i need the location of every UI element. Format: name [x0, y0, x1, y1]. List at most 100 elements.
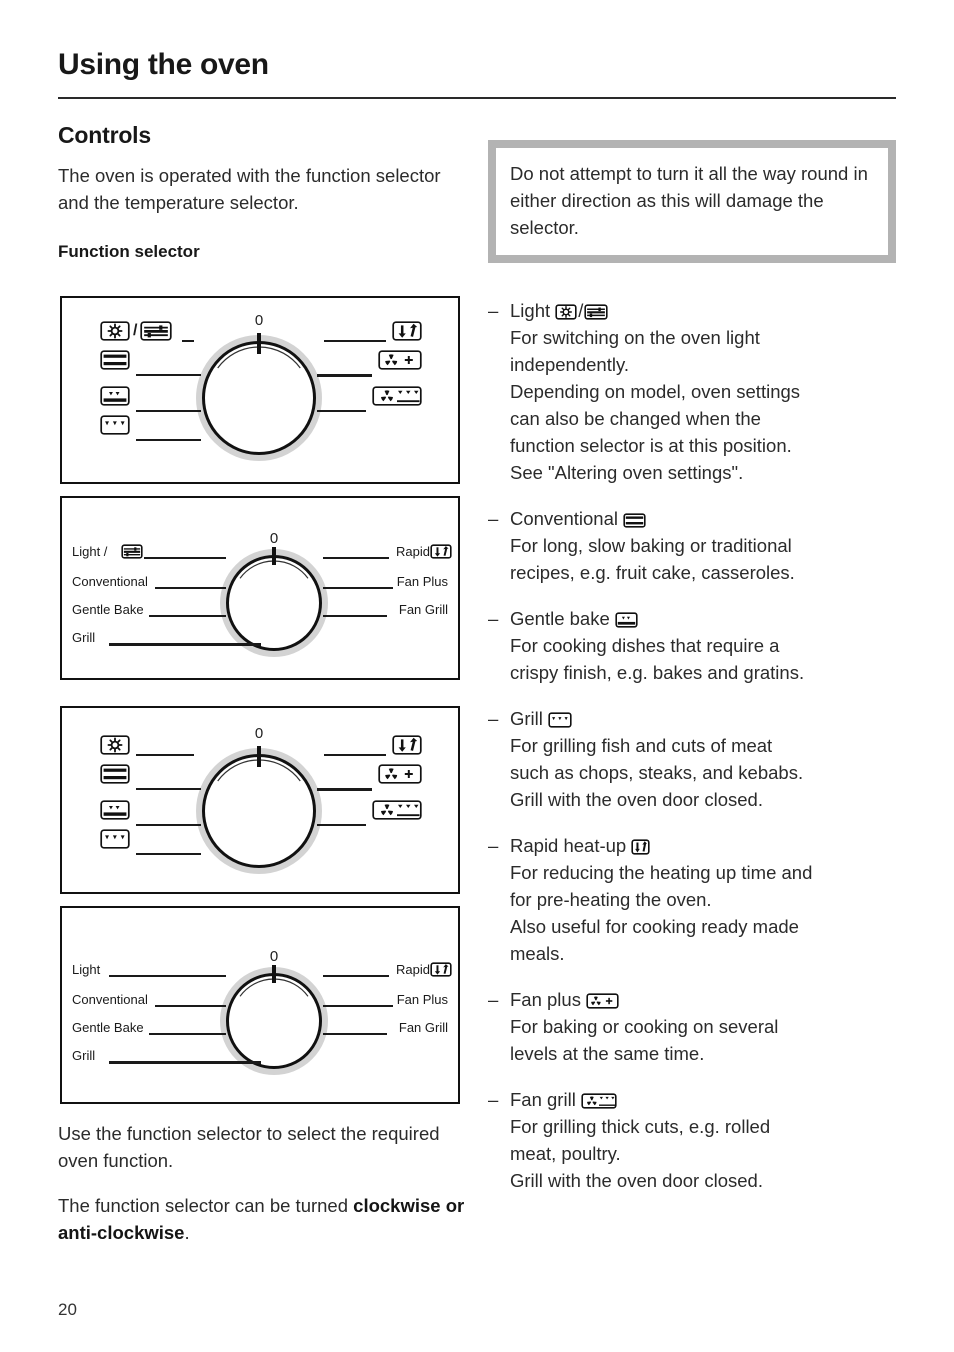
list-dash: –	[488, 1089, 499, 1110]
knob-zero-label: 0	[269, 948, 279, 965]
dial-left-item-conventional	[100, 350, 130, 372]
leader-line	[155, 1005, 227, 1007]
gentle-bake-icon	[100, 386, 130, 406]
knob-pointer	[257, 746, 261, 768]
dial-left-label-grill: Grill	[72, 1048, 96, 1063]
function-title: Grill	[510, 708, 549, 729]
list-dash: –	[488, 989, 499, 1010]
function-body: Grill For grilling fish and cuts of meat…	[510, 705, 908, 813]
leader-line	[109, 643, 261, 646]
function-item-rapid-heat-up: – Rapid heat-up For reducing the heating …	[488, 832, 908, 967]
function-selector-diagram-4: 0 Light Conventional Gentle Bake Grill Rapid …	[60, 906, 460, 1104]
function-heading: Fan grill	[510, 1086, 908, 1113]
function-description-line: function selector is at this position.	[510, 435, 792, 456]
icon-separator: /	[578, 300, 584, 321]
document-page: Using the oven Controls The oven is oper…	[0, 0, 954, 1352]
dial-right-item-fan-plus	[378, 350, 422, 372]
function-body: Fan plus For baking or cooking on severa…	[510, 986, 908, 1067]
function-selector-diagram-1: 0 /	[60, 296, 460, 484]
function-item-gentle-bake: – Gentle bake For cooking dishes that req…	[488, 605, 908, 686]
fan-plus-icon	[378, 764, 422, 784]
function-title: Rapid heat-up	[510, 835, 632, 856]
settings-icon	[140, 321, 173, 341]
leader-line	[136, 439, 202, 441]
function-description-line: For long, slow baking or traditional	[510, 535, 792, 556]
dial-right-item-rapid-heat-up	[392, 735, 422, 757]
leader-line	[316, 788, 372, 791]
function-description-line: Grill with the oven door closed.	[510, 789, 763, 810]
leader-line	[109, 1061, 261, 1064]
gentle-bake-icon	[100, 800, 130, 820]
settings-icon	[584, 304, 609, 320]
knob-pointer	[272, 547, 276, 566]
conventional-icon	[100, 764, 130, 784]
dial-illustration: 0 Light / Conventional Gentle Bake Grill Rap…	[62, 498, 458, 678]
function-description-line: for pre-heating the oven.	[510, 889, 712, 910]
warning-box: Do not attempt to turn it all the way ro…	[488, 140, 896, 263]
knob-zero-label: 0	[254, 312, 264, 329]
dial-right-label-rapid: Rapid	[396, 962, 430, 977]
function-selector-diagram-2: 0 Light / Conventional Gentle Bake Grill Rap…	[60, 496, 460, 680]
light-icon	[100, 735, 130, 755]
function-description-line: For grilling fish and cuts of meat	[510, 735, 773, 756]
leader-line	[322, 615, 387, 617]
closing-paragraph-2: The function selector can be turned cloc…	[58, 1192, 468, 1246]
function-body: Fan grill For grilling thick cuts, e.g. …	[510, 1086, 908, 1194]
function-title: Fan plus	[510, 989, 587, 1010]
list-dash: –	[488, 708, 499, 729]
list-dash: –	[488, 608, 499, 629]
dial-left-label-conventional: Conventional	[72, 574, 148, 589]
warning-callout: Do not attempt to turn it all the way ro…	[488, 140, 896, 263]
fan-grill-icon	[372, 800, 422, 820]
function-heading: Light /	[510, 297, 908, 324]
fan-grill-icon	[581, 1093, 617, 1109]
dial-right-item-rapid-heat-up	[392, 321, 422, 343]
dial-illustration: 0 /	[62, 298, 458, 482]
leader-line	[322, 557, 389, 559]
dial-left-item-grill	[100, 415, 130, 437]
leader-line	[324, 754, 386, 756]
function-heading: Grill	[510, 705, 908, 732]
function-description-line: meat, poultry.	[510, 1143, 621, 1164]
rapid-heat-up-icon	[430, 544, 452, 559]
oven-function-list: – Light / For switching on the oven light…	[488, 297, 908, 1213]
dial-illustration: 0 Light Conventional Gentle Bake Grill Rapid …	[62, 908, 458, 1102]
list-dash: –	[488, 300, 499, 321]
knob-zero-label: 0	[254, 725, 264, 742]
function-description-line: For switching on the oven light	[510, 327, 760, 348]
bottom-left-text: Use the function selector to select the …	[58, 1120, 468, 1264]
function-item-light: – Light / For switching on the oven light…	[488, 297, 908, 486]
rapid-heat-up-icon	[631, 839, 650, 855]
grill-icon	[100, 829, 130, 849]
subsection-title-function-selector: Function selector	[58, 242, 200, 261]
function-description-line: meals.	[510, 943, 565, 964]
rapid-heat-up-icon	[392, 321, 422, 341]
function-body: Gentle bake For cooking dishes that requ…	[510, 605, 908, 686]
closing-2-suffix: .	[184, 1222, 190, 1243]
leader-line	[136, 374, 202, 376]
leader-line	[148, 615, 227, 617]
selector-knob-rim	[202, 341, 316, 455]
function-description-line: See "Altering oven settings".	[510, 462, 744, 483]
function-title: Fan grill	[510, 1089, 581, 1110]
leader-line	[136, 788, 202, 790]
function-heading: Gentle bake	[510, 605, 908, 632]
function-heading: Rapid heat-up	[510, 832, 908, 859]
dial-left-label-light: Light	[72, 962, 101, 977]
function-description-line: Grill with the oven door closed.	[510, 1170, 763, 1191]
function-selector-diagram-3: 0	[60, 706, 460, 894]
leader-line	[324, 340, 386, 342]
dial-right-item-fan-plus	[378, 764, 422, 786]
rapid-heat-up-icon	[392, 735, 422, 755]
leader-line	[322, 1033, 387, 1035]
section-title-controls: Controls	[58, 122, 151, 148]
function-title: Gentle bake	[510, 608, 615, 629]
dial-illustration: 0	[62, 708, 458, 892]
function-description-line: Also useful for cooking ready made	[510, 916, 799, 937]
leader-line	[322, 975, 389, 977]
leader-line	[136, 824, 202, 826]
leader-line	[322, 587, 394, 589]
leader-line	[155, 587, 227, 589]
function-body: Light / For switching on the oven light i…	[510, 297, 908, 486]
function-title: Light	[510, 300, 556, 321]
